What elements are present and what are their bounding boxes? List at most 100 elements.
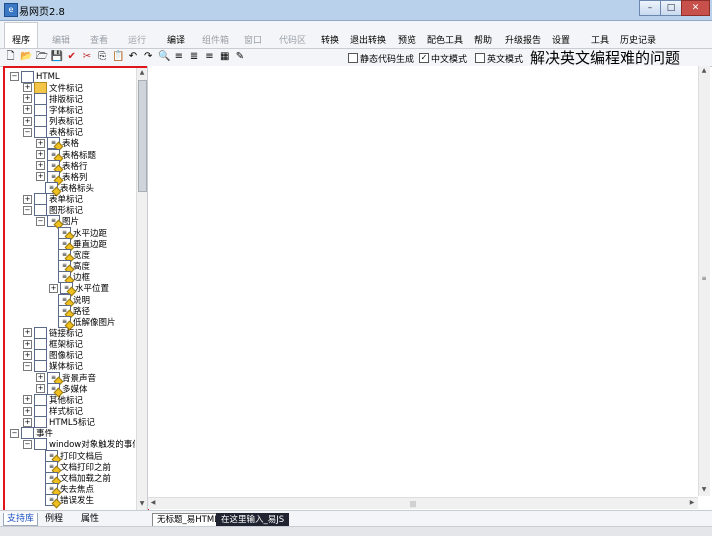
expand-icon[interactable]: + [36,172,45,182]
align-left-icon[interactable]: ≡ [173,51,184,62]
tree-node[interactable]: + ≡ 表格 [36,137,79,150]
code-editor[interactable] [148,66,709,498]
tree-node[interactable]: + ≡ 背景声音 [36,371,96,384]
close-button[interactable]: ✕ [681,0,710,16]
editor-tab[interactable]: 无标题_易HTML [152,513,224,527]
tree-node[interactable]: ≡ 低解像图片 [49,315,116,328]
expand-icon[interactable]: + [23,194,32,204]
minimize-button[interactable]: – [639,0,661,16]
collapse-icon[interactable]: − [10,72,19,81]
scroll-thumb[interactable] [138,80,147,192]
tree-node[interactable]: + 样式标记 [23,405,83,417]
tree-node[interactable]: − 图形标记 [23,204,83,217]
tree-node[interactable]: ≡ 失去焦点 [36,483,94,496]
expand-icon[interactable]: + [23,417,32,427]
open-icon[interactable]: 🗁 [36,51,48,62]
menu-item[interactable]: 退出转换 [350,33,386,46]
tree-node[interactable]: ≡ 说明 [49,293,90,306]
collapse-icon[interactable]: − [23,205,32,215]
menu-item[interactable]: 编辑 [52,33,70,46]
menu-item[interactable]: 帮助 [474,33,492,46]
align-center-icon[interactable]: ≣ [189,51,200,62]
menu-item[interactable]: 历史记录 [620,33,656,46]
find-icon[interactable]: 🔍 [158,51,170,62]
tree-node[interactable]: ≡ 错误发生 [36,494,94,507]
paste-icon[interactable]: 📋 [112,51,124,62]
editor-scroll-down-arrow[interactable]: ▼ [699,485,709,495]
tree-node[interactable]: − window对象触发的事件 [23,438,135,451]
collapse-icon[interactable]: − [36,216,45,226]
tree-node[interactable]: ≡ 垂直边距 [49,237,107,250]
menu-item[interactable]: 查看 [90,33,108,46]
panel-tab[interactable]: 属性 [78,513,102,525]
expand-icon[interactable]: + [23,406,32,416]
expand-icon[interactable]: + [23,83,32,93]
expand-icon[interactable]: + [23,395,32,405]
expand-icon[interactable]: + [23,94,32,104]
menu-item[interactable]: 编译 [167,33,185,46]
option-checkbox[interactable] [348,53,358,63]
save-icon[interactable]: 💾 [51,51,63,62]
expand-icon[interactable]: + [36,150,45,160]
undo-icon[interactable]: ↶ [127,51,138,62]
expand-icon[interactable]: + [23,350,32,360]
tree-node[interactable]: ≡ 文档打印之前 [36,460,111,473]
menu-item[interactable]: 窗口 [244,33,262,46]
tree-node[interactable]: − 表格标记 [23,126,83,139]
tree-node[interactable]: + 框架标记 [23,338,83,351]
tree-node[interactable]: ≡ 高度 [49,260,90,273]
tree-node[interactable]: + 表单标记 [23,193,83,206]
editor-scroll-grip[interactable]: ≡ [699,274,709,284]
expand-icon[interactable]: + [36,384,45,394]
tree-node[interactable]: − ≡ 图片 [36,215,79,228]
tree-node[interactable]: + ≡ 表格行 [36,159,88,172]
tree-node[interactable]: + ≡ 多媒体 [36,382,88,395]
tree-node[interactable]: ≡ 打印文档后 [36,449,103,462]
tree-node[interactable]: + ≡ 表格列 [36,170,88,183]
menu-item[interactable]: 程序 [12,33,30,46]
expand-icon[interactable]: + [23,116,32,126]
redo-icon[interactable]: ↷ [143,51,154,62]
panel-tab[interactable]: 例程 [42,513,66,525]
scroll-up-arrow[interactable]: ▲ [137,68,147,78]
expand-icon[interactable]: + [36,373,45,383]
tree-node[interactable]: − 事件 [10,427,53,440]
menu-item[interactable]: 转换 [321,33,339,46]
check-icon[interactable]: ✔ [66,51,77,62]
editor-vertical-scrollbar[interactable]: ▲ ≡ ▼ [698,66,710,496]
editor-scroll-left-arrow[interactable]: ◀ [148,498,158,508]
maximize-button[interactable]: □ [660,0,682,16]
tree-node[interactable]: ≡ 路径 [49,304,90,317]
panel-tab[interactable]: 支持库 [3,513,39,526]
tree-scrollbar[interactable]: ▲ ▼ [136,68,147,511]
editor-horizontal-scrollbar[interactable]: ◀ ||| ▶ [148,497,698,509]
menu-item[interactable]: 工具 [591,33,609,46]
menu-item[interactable]: 预览 [398,33,416,46]
expand-icon[interactable]: + [49,283,58,293]
collapse-icon[interactable]: − [10,428,19,438]
menu-item[interactable]: 升级报告 [505,33,541,46]
expand-icon[interactable]: + [23,339,32,349]
tree-node[interactable]: ≡ 水平边距 [49,226,107,239]
expand-icon[interactable]: + [23,105,32,115]
tree-node[interactable]: + 图像标记 [23,349,83,362]
expand-icon[interactable]: + [36,161,45,171]
tree-node[interactable]: ≡ 宽度 [49,248,90,261]
expand-icon[interactable]: + [36,138,45,148]
editor-tab[interactable]: 在这里输入_易JS [216,513,290,527]
menu-item[interactable]: 代码区 [279,33,306,46]
table-icon[interactable]: ▦ [219,51,230,62]
copy-icon[interactable]: ⎘ [97,51,108,62]
tree-node[interactable]: + ≡ 表格标题 [36,148,96,161]
edit-icon[interactable]: ✎ [235,51,246,62]
tree-node[interactable]: + ≡ 水平位置 [49,282,109,295]
collapse-icon[interactable]: − [23,439,32,449]
tree-node[interactable]: ≡ 表格标头 [36,182,94,194]
tree-node[interactable]: − HTML [10,70,60,83]
option-checkbox[interactable] [475,53,485,63]
tree-node[interactable]: ≡ 文档加载之前 [36,471,111,484]
cut-icon[interactable]: ✂ [82,51,93,62]
menu-item[interactable]: 运行 [128,33,146,46]
tree-node[interactable]: ≡ 边框 [49,271,90,284]
tree-node[interactable]: − 媒体标记 [23,360,83,373]
